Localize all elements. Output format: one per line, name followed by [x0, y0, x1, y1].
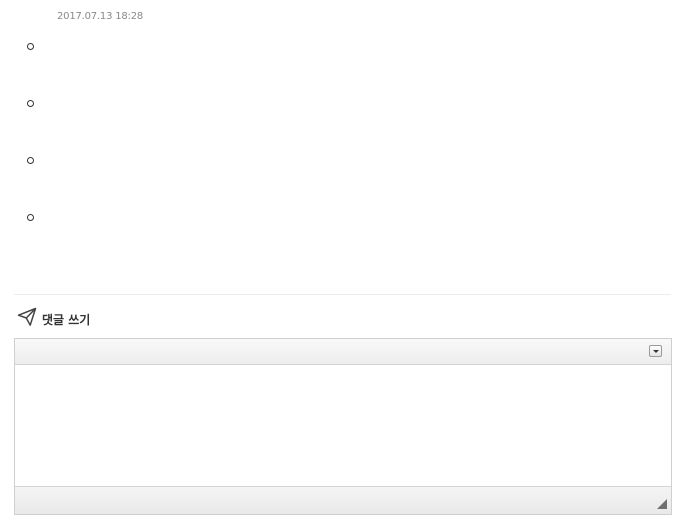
list-item: [27, 43, 34, 50]
section-divider: [14, 294, 671, 295]
resize-handle-icon[interactable]: [657, 499, 667, 509]
page: 2017.07.13 18:28 댓글 쓰기: [0, 0, 682, 522]
list-item: [27, 214, 34, 221]
comment-editor: [14, 338, 672, 515]
comment-input[interactable]: [15, 365, 671, 485]
editor-statusbar: [15, 486, 671, 514]
paper-plane-icon: [17, 307, 37, 327]
list-item: [27, 157, 34, 164]
toolbar-expand-button[interactable]: [649, 345, 662, 357]
comment-heading: 댓글 쓰기: [17, 306, 90, 328]
comment-heading-label: 댓글 쓰기: [42, 312, 91, 327]
list-item: [27, 100, 34, 107]
post-timestamp: 2017.07.13 18:28: [57, 11, 144, 22]
editor-toolbar: [15, 339, 671, 365]
